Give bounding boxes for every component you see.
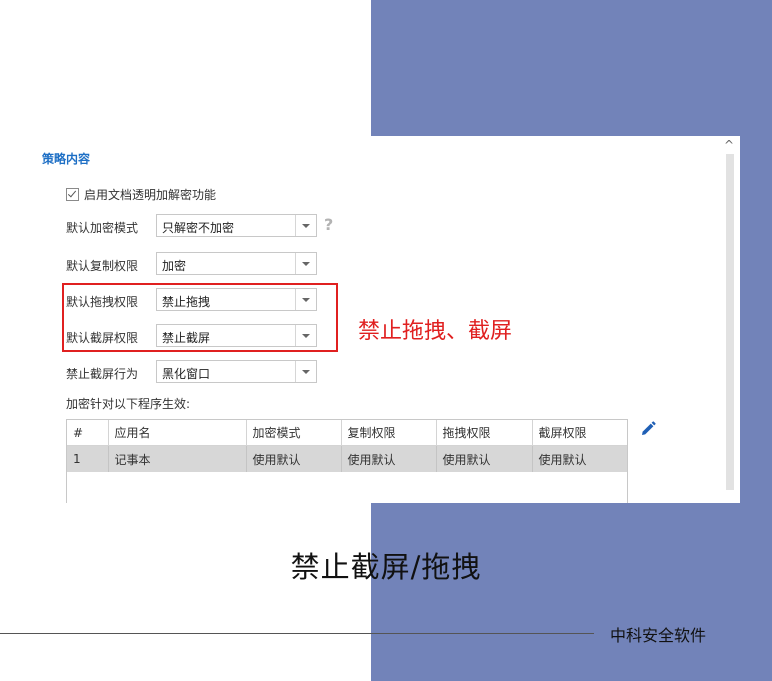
column-header-index[interactable]: # [67, 420, 109, 446]
footer-divider [0, 633, 594, 634]
screenshot-block-behavior-select[interactable]: 黑化窗口 [156, 360, 317, 383]
table-row[interactable]: 1 记事本 使用默认 使用默认 使用默认 使用默认 [67, 445, 627, 472]
footer-brand: 中科安全软件 [610, 626, 707, 645]
table-header-row: # 应用名 加密模式 复制权限 拖拽权限 截屏权限 [67, 420, 627, 446]
column-header-copy-permission[interactable]: 复制权限 [341, 420, 437, 446]
column-header-app-name[interactable]: 应用名 [108, 420, 247, 446]
program-table: # 应用名 加密模式 复制权限 拖拽权限 截屏权限 1 记事本 使用默认 使用默… [66, 419, 628, 503]
enable-encryption-label: 启用文档透明加解密功能 [84, 187, 217, 202]
screenshot-block-behavior-label: 禁止截屏行为 [66, 367, 139, 381]
column-header-encrypt-mode[interactable]: 加密模式 [246, 420, 342, 446]
checkbox-checked-icon[interactable] [66, 187, 79, 201]
highlight-box [62, 283, 338, 352]
enable-encryption-checkbox-row[interactable]: 启用文档透明加解密功能 [66, 186, 216, 202]
scrollbar[interactable] [726, 154, 734, 490]
chevron-down-icon[interactable] [295, 361, 316, 382]
default-copy-permission-label: 默认复制权限 [66, 259, 139, 273]
apply-programs-label: 加密针对以下程序生效: [66, 397, 191, 411]
select-value: 加密 [162, 259, 187, 273]
default-encrypt-mode-label: 默认加密模式 [66, 221, 139, 235]
pencil-icon[interactable] [639, 420, 657, 438]
column-header-screenshot-permission[interactable]: 截屏权限 [532, 420, 627, 446]
question-mark-icon[interactable]: ? [324, 215, 333, 234]
policy-dialog: ^ 策略内容 启用文档透明加解密功能 默认加密模式 只解密不加密 ? 默认复制权… [36, 136, 740, 503]
table-cell: 使用默认 [246, 445, 342, 472]
scroll-up-arrow-icon[interactable]: ^ [722, 138, 736, 152]
column-header-drag-permission[interactable]: 拖拽权限 [436, 420, 533, 446]
annotation-text: 禁止拖拽、截屏 [358, 319, 513, 344]
slide-title: 禁止截屏/拖拽 [290, 550, 482, 584]
section-title: 策略内容 [42, 152, 91, 166]
table-cell: 1 [67, 445, 109, 472]
select-value: 只解密不加密 [162, 221, 235, 235]
select-value: 黑化窗口 [162, 367, 211, 381]
table-cell: 使用默认 [532, 445, 627, 472]
table-cell: 记事本 [108, 445, 247, 472]
chevron-down-icon[interactable] [295, 215, 316, 236]
table-cell: 使用默认 [436, 445, 533, 472]
default-copy-permission-select[interactable]: 加密 [156, 252, 317, 275]
table-cell: 使用默认 [341, 445, 437, 472]
chevron-down-icon[interactable] [295, 253, 316, 274]
default-encrypt-mode-select[interactable]: 只解密不加密 [156, 214, 317, 237]
